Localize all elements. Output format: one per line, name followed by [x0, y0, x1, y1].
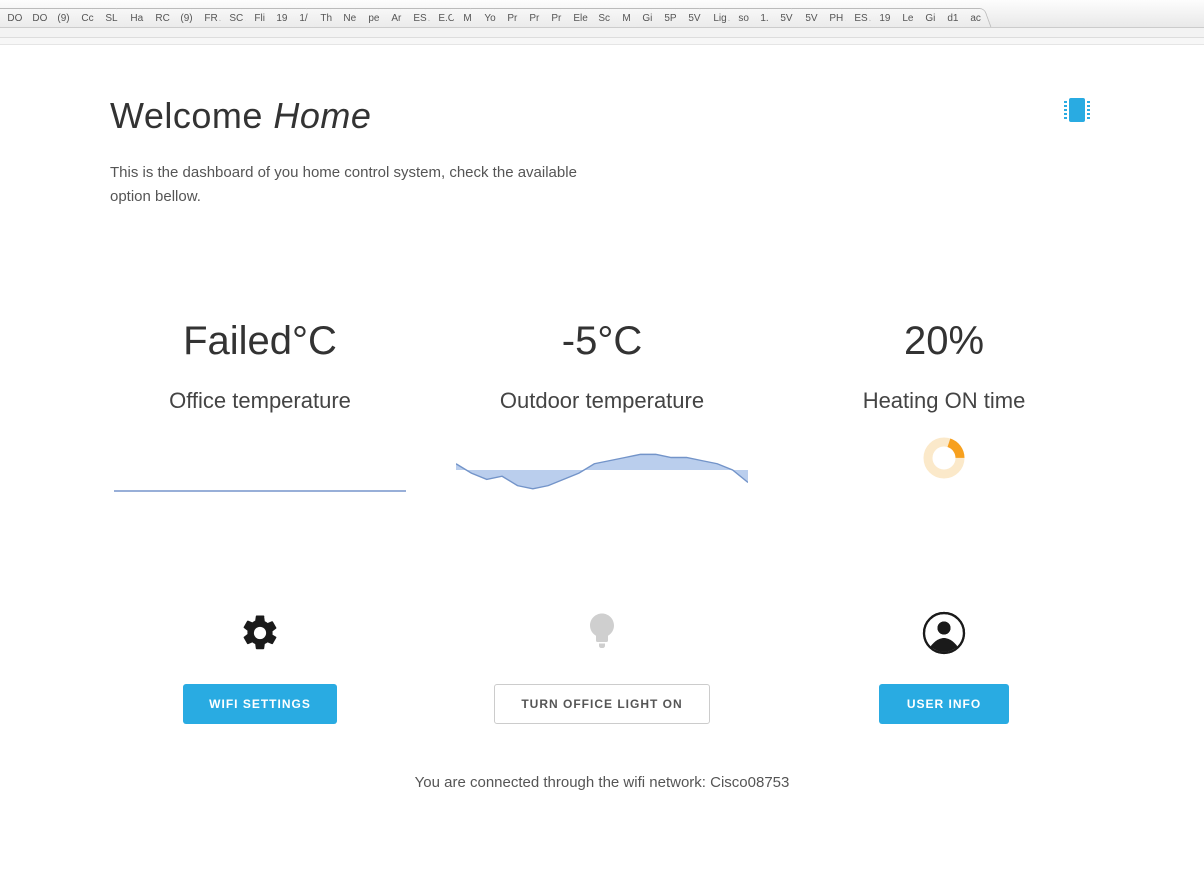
office-light-card: TURN OFFICE LIGHT ON: [452, 608, 752, 724]
outdoor-temp-sparkline: [452, 442, 752, 498]
browser-toolbar-gap: [0, 28, 1204, 38]
metrics-row: Failed°C Office temperature -5°C Outdoor…: [110, 319, 1094, 498]
page-subtitle: This is the dashboard of you home contro…: [110, 161, 590, 209]
chip-icon: [1060, 95, 1094, 130]
user-info-card: USER INFO: [794, 608, 1094, 724]
dashboard-page: Welcome Home This is the dashboard of yo…: [0, 45, 1204, 831]
wifi-status-text: You are connected through the wifi netwo…: [110, 774, 1094, 791]
heating-time-value: 20%: [794, 319, 1094, 364]
office-temp-card: Failed°C Office temperature: [110, 319, 410, 498]
page-title-plain: Welcome: [110, 95, 273, 136]
browser-tabstrip: DODO(9)CcSLHaRC(9)FRSCFli191/ThNepeArESE…: [0, 0, 1204, 28]
office-temp-value: Failed°C: [110, 319, 410, 364]
actions-row: WIFI SETTINGS TURN OFFICE LIGHT ON: [110, 608, 1094, 724]
page-title: Welcome Home: [110, 95, 371, 137]
user-info-button[interactable]: USER INFO: [879, 684, 1009, 724]
heating-time-card: 20% Heating ON time: [794, 319, 1094, 498]
browser-bookmark-bar: [0, 38, 1204, 45]
browser-tab[interactable]: ac: [957, 8, 991, 27]
outdoor-temp-card: -5°C Outdoor temperature: [452, 319, 752, 498]
header-row: Welcome Home: [110, 95, 1094, 137]
wifi-settings-card: WIFI SETTINGS: [110, 608, 410, 724]
heating-time-donut: [794, 436, 1094, 480]
turn-light-on-button[interactable]: TURN OFFICE LIGHT ON: [494, 684, 709, 724]
page-title-em: Home: [273, 95, 371, 136]
office-temp-sparkline: [110, 442, 410, 498]
outdoor-temp-value: -5°C: [452, 319, 752, 364]
wifi-settings-button[interactable]: WIFI SETTINGS: [183, 684, 337, 724]
outdoor-temp-label: Outdoor temperature: [452, 388, 752, 414]
user-circle-icon: [922, 608, 966, 658]
lightbulb-icon: [584, 608, 620, 658]
heating-time-label: Heating ON time: [794, 388, 1094, 414]
gear-icon: [239, 608, 281, 658]
office-temp-label: Office temperature: [110, 388, 410, 414]
